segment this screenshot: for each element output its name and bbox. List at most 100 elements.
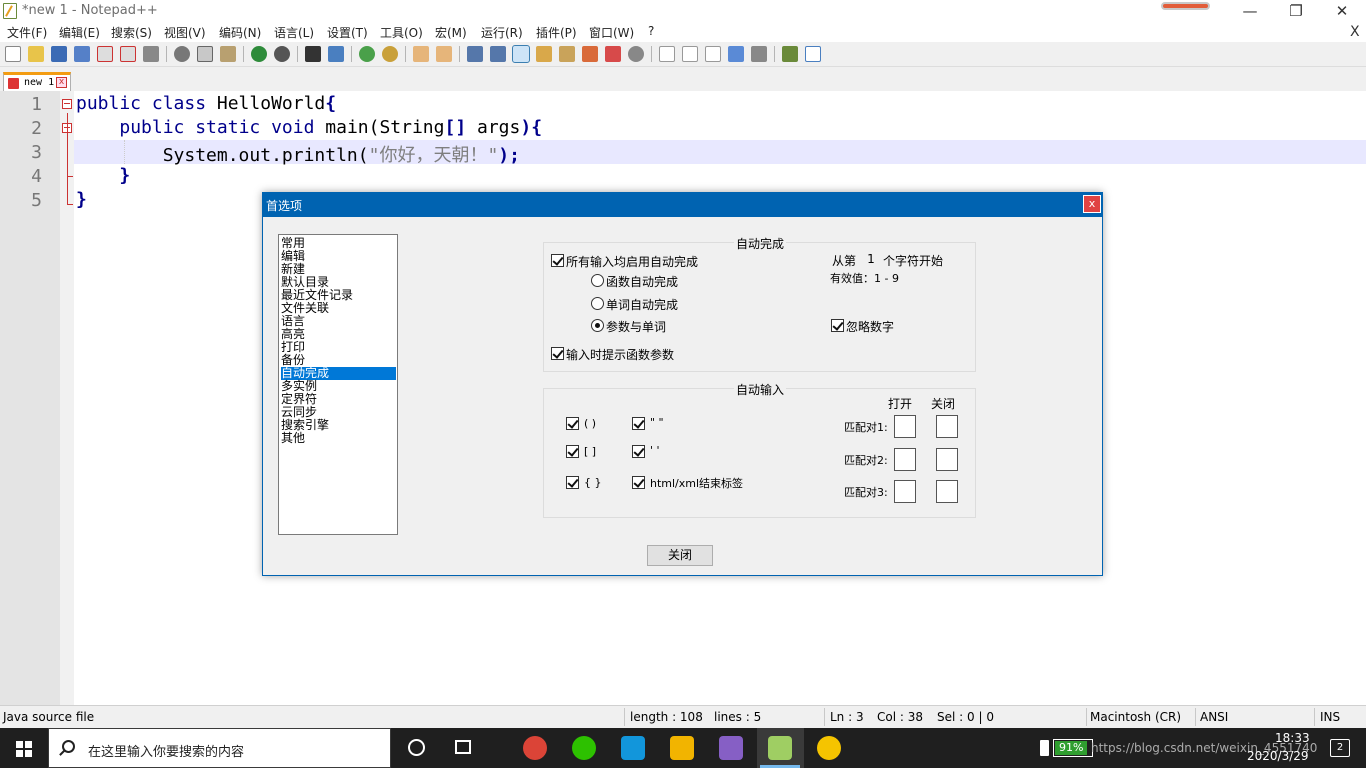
open-file-icon[interactable]: [28, 46, 44, 62]
undo-icon[interactable]: [251, 46, 267, 62]
doc-map-icon[interactable]: [559, 46, 575, 62]
dialog-close-icon[interactable]: x: [1083, 195, 1101, 213]
close-button[interactable]: 关闭: [647, 545, 713, 566]
category-item[interactable]: 其他: [281, 432, 396, 445]
match2-close-input[interactable]: [936, 448, 958, 471]
monitoring-icon[interactable]: [628, 46, 644, 62]
print-icon[interactable]: [143, 46, 159, 62]
find-icon[interactable]: [305, 46, 321, 62]
function-list-icon[interactable]: [582, 46, 598, 62]
html-close-tag-checkbox[interactable]: [632, 476, 645, 489]
enable-autocomplete-checkbox[interactable]: [551, 254, 564, 267]
paste-icon[interactable]: [220, 46, 236, 62]
menu-search[interactable]: 搜索(S): [111, 24, 152, 41]
console-icon[interactable]: [805, 46, 821, 62]
brace-checkbox[interactable]: [566, 476, 579, 489]
chrome-icon[interactable]: [523, 736, 547, 760]
single-quote-checkbox[interactable]: [632, 445, 645, 458]
match3-open-input[interactable]: [894, 480, 916, 503]
title-bar: *new 1 - Notepad++ — ❐ ✕: [0, 0, 1366, 23]
restore-button[interactable]: ❐: [1273, 0, 1319, 22]
menu-view[interactable]: 视图(V): [164, 24, 206, 41]
menu-edit[interactable]: 编辑(E): [59, 24, 100, 41]
function-and-word-radio[interactable]: [591, 319, 604, 332]
cortana-icon[interactable]: [408, 739, 425, 756]
insert-mode[interactable]: INS: [1320, 710, 1340, 724]
close-all-icon[interactable]: [120, 46, 136, 62]
menu-tools[interactable]: 工具(O): [380, 24, 423, 41]
menu-language[interactable]: 语言(L): [274, 24, 314, 41]
menu-file[interactable]: 文件(F): [7, 24, 47, 41]
double-quote-checkbox[interactable]: [632, 417, 645, 430]
zoom-in-icon[interactable]: [359, 46, 375, 62]
task-view-icon[interactable]: [455, 740, 471, 754]
stop-macro-icon[interactable]: [682, 46, 698, 62]
checkbox-label: ( ): [584, 417, 597, 430]
taskbar-search[interactable]: 在这里输入你要搜索的内容: [48, 728, 391, 768]
play-macro-icon[interactable]: [705, 46, 721, 62]
from-char-value[interactable]: 1: [865, 252, 877, 266]
sync-horizontal-icon[interactable]: [436, 46, 452, 62]
paren-checkbox[interactable]: [566, 417, 579, 430]
word-wrap-icon[interactable]: [467, 46, 483, 62]
match1-close-input[interactable]: [936, 415, 958, 438]
pinned-app-icon[interactable]: [817, 736, 841, 760]
menu-macro[interactable]: 宏(M): [435, 24, 467, 41]
word-autocomplete-radio[interactable]: [591, 297, 604, 310]
match1-open-input[interactable]: [894, 415, 916, 438]
new-file-icon[interactable]: [5, 46, 21, 62]
folder-workspace-icon[interactable]: [605, 46, 621, 62]
close-file-icon[interactable]: [97, 46, 113, 62]
category-list[interactable]: 常用 编辑 新建 默认目录 最近文件记录 文件关联 语言 高亮 打印 备份 自动…: [278, 234, 398, 535]
dialog-title-bar[interactable]: 首选项 x: [263, 193, 1102, 217]
zoom-out-icon[interactable]: [382, 46, 398, 62]
menu-encoding[interactable]: 编码(N): [219, 24, 261, 41]
checkbox-label: html/xml结束标签: [650, 477, 744, 490]
start-button[interactable]: [0, 728, 48, 768]
ignore-numbers-checkbox[interactable]: [831, 319, 844, 332]
indent-guide-icon[interactable]: [512, 45, 530, 63]
save-all-icon[interactable]: [74, 46, 90, 62]
menu-help[interactable]: ?: [648, 24, 654, 38]
close-window-button[interactable]: ✕: [1319, 0, 1365, 22]
function-autocomplete-radio[interactable]: [591, 274, 604, 287]
record-macro-icon[interactable]: [659, 46, 675, 62]
fold-toggle-icon[interactable]: [62, 99, 72, 109]
save-macro-icon[interactable]: [751, 46, 767, 62]
clock-time[interactable]: 18:33: [1275, 731, 1310, 745]
notification-center-icon[interactable]: 2: [1330, 739, 1350, 757]
replace-icon[interactable]: [328, 46, 344, 62]
menu-run[interactable]: 运行(R): [481, 24, 523, 41]
encoding[interactable]: ANSI: [1200, 710, 1228, 724]
notepadpp-taskbar-icon[interactable]: [768, 736, 792, 760]
menu-window[interactable]: 窗口(W): [589, 24, 634, 41]
close-document-button[interactable]: X: [1350, 24, 1360, 40]
pinned-app-icon[interactable]: [621, 736, 645, 760]
tab-label: new 1: [24, 77, 55, 88]
visual-studio-icon[interactable]: [719, 736, 743, 760]
plugin-icon[interactable]: [782, 46, 798, 62]
tab-new-1[interactable]: new 1 x: [3, 72, 71, 91]
match2-open-input[interactable]: [894, 448, 916, 471]
wechat-icon[interactable]: [572, 736, 596, 760]
param-hint-checkbox[interactable]: [551, 347, 564, 360]
copy-icon[interactable]: [197, 46, 213, 62]
run-macro-multiple-icon[interactable]: [728, 46, 744, 62]
menu-bar: 文件(F) 编辑(E) 搜索(S) 视图(V) 编码(N) 语言(L) 设置(T…: [0, 23, 1366, 42]
save-icon[interactable]: [51, 46, 67, 62]
sync-vertical-icon[interactable]: [413, 46, 429, 62]
show-all-chars-icon[interactable]: [490, 46, 506, 62]
define-language-icon[interactable]: [536, 46, 552, 62]
clock-date[interactable]: 2020/3/29: [1247, 749, 1309, 763]
redo-icon[interactable]: [274, 46, 290, 62]
cut-icon[interactable]: [174, 46, 190, 62]
eol-format[interactable]: Macintosh (CR): [1090, 710, 1181, 724]
menu-settings[interactable]: 设置(T): [327, 24, 368, 41]
match3-close-input[interactable]: [936, 480, 958, 503]
bracket-checkbox[interactable]: [566, 445, 579, 458]
pinned-app-icon[interactable]: [670, 736, 694, 760]
menu-plugins[interactable]: 插件(P): [536, 24, 577, 41]
tab-close-icon[interactable]: x: [56, 77, 67, 88]
taskbar: 在这里输入你要搜索的内容 91% https://blog.csdn.net/w…: [0, 728, 1366, 768]
minimize-button[interactable]: —: [1227, 0, 1273, 22]
